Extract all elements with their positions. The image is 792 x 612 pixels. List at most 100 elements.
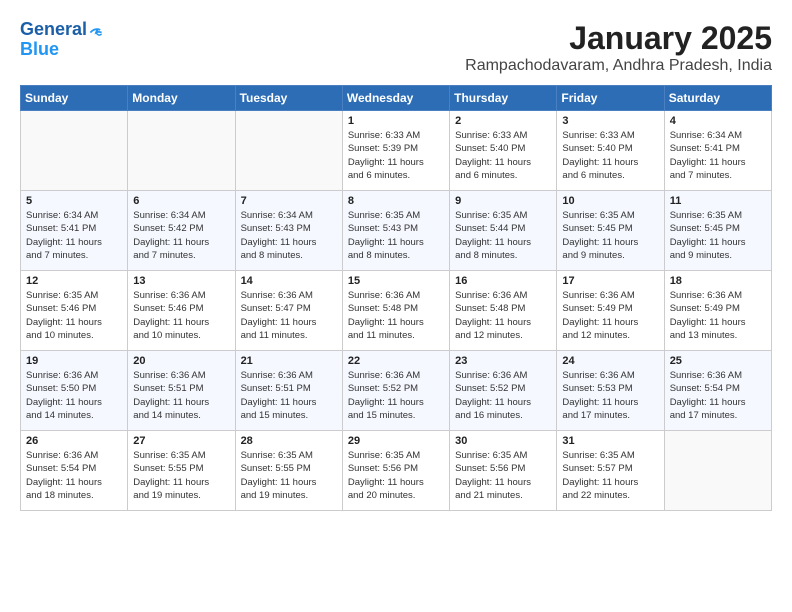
day-number: 24 — [562, 355, 658, 367]
day-info: Sunrise: 6:36 AM Sunset: 5:48 PM Dayligh… — [455, 289, 551, 342]
calendar-cell: 27 Sunrise: 6:35 AM Sunset: 5:55 PM Dayli… — [128, 431, 235, 511]
day-number: 28 — [241, 435, 337, 447]
day-info: Sunrise: 6:36 AM Sunset: 5:52 PM Dayligh… — [348, 369, 444, 422]
day-number: 15 — [348, 275, 444, 287]
day-info: Sunrise: 6:36 AM Sunset: 5:49 PM Dayligh… — [562, 289, 658, 342]
calendar-title: January 2025 — [465, 20, 772, 57]
day-number: 2 — [455, 115, 551, 127]
day-info: Sunrise: 6:35 AM Sunset: 5:44 PM Dayligh… — [455, 209, 551, 262]
calendar-cell: 10 Sunrise: 6:35 AM Sunset: 5:45 PM Dayli… — [557, 191, 664, 271]
calendar-cell: 11Sunrise: 6:35 AM Sunset: 5:45 PM Dayli… — [664, 191, 771, 271]
day-info: Sunrise: 6:33 AM Sunset: 5:39 PM Dayligh… — [348, 129, 444, 182]
calendar-cell: 26Sunrise: 6:36 AM Sunset: 5:54 PM Dayli… — [21, 431, 128, 511]
day-info: Sunrise: 6:35 AM Sunset: 5:45 PM Dayligh… — [670, 209, 766, 262]
calendar-cell: 17 Sunrise: 6:36 AM Sunset: 5:49 PM Dayli… — [557, 271, 664, 351]
day-number: 30 — [455, 435, 551, 447]
day-number: 5 — [26, 195, 122, 207]
calendar-week-row: 12 Sunrise: 6:35 AM Sunset: 5:46 PM Dayli… — [21, 271, 772, 351]
calendar-cell: 9 Sunrise: 6:35 AM Sunset: 5:44 PM Daylig… — [450, 191, 557, 271]
calendar-cell: 12 Sunrise: 6:35 AM Sunset: 5:46 PM Dayli… — [21, 271, 128, 351]
calendar-cell: 31 Sunrise: 6:35 AM Sunset: 5:57 PM Dayli… — [557, 431, 664, 511]
calendar-cell — [235, 111, 342, 191]
calendar-body: 1 Sunrise: 6:33 AM Sunset: 5:39 PM Daylig… — [21, 111, 772, 511]
day-info: Sunrise: 6:35 AM Sunset: 5:55 PM Dayligh… — [241, 449, 337, 502]
day-info: Sunrise: 6:36 AM Sunset: 5:53 PM Dayligh… — [562, 369, 658, 422]
day-number: 27 — [133, 435, 229, 447]
column-header-sunday: Sunday — [21, 86, 128, 111]
calendar-cell: 21Sunrise: 6:36 AM Sunset: 5:51 PM Dayli… — [235, 351, 342, 431]
day-info: Sunrise: 6:35 AM Sunset: 5:56 PM Dayligh… — [455, 449, 551, 502]
calendar-cell: 6Sunrise: 6:34 AM Sunset: 5:42 PM Daylig… — [128, 191, 235, 271]
calendar-cell: 4 Sunrise: 6:34 AM Sunset: 5:41 PM Daylig… — [664, 111, 771, 191]
column-header-saturday: Saturday — [664, 86, 771, 111]
calendar-cell: 20 Sunrise: 6:36 AM Sunset: 5:51 PM Dayli… — [128, 351, 235, 431]
calendar-cell: 22 Sunrise: 6:36 AM Sunset: 5:52 PM Dayli… — [342, 351, 449, 431]
calendar-cell: 25Sunrise: 6:36 AM Sunset: 5:54 PM Dayli… — [664, 351, 771, 431]
day-info: Sunrise: 6:34 AM Sunset: 5:42 PM Dayligh… — [133, 209, 229, 262]
day-info: Sunrise: 6:35 AM Sunset: 5:46 PM Dayligh… — [26, 289, 122, 342]
calendar-cell: 1 Sunrise: 6:33 AM Sunset: 5:39 PM Daylig… — [342, 111, 449, 191]
day-number: 7 — [241, 195, 337, 207]
day-info: Sunrise: 6:35 AM Sunset: 5:55 PM Dayligh… — [133, 449, 229, 502]
calendar-cell: 7 Sunrise: 6:34 AM Sunset: 5:43 PM Daylig… — [235, 191, 342, 271]
calendar-table: SundayMondayTuesdayWednesdayThursdayFrid… — [20, 85, 772, 511]
calendar-week-row: 1 Sunrise: 6:33 AM Sunset: 5:39 PM Daylig… — [21, 111, 772, 191]
logo-text: General Blue — [20, 20, 103, 60]
calendar-cell: 14 Sunrise: 6:36 AM Sunset: 5:47 PM Dayli… — [235, 271, 342, 351]
day-info: Sunrise: 6:34 AM Sunset: 5:41 PM Dayligh… — [26, 209, 122, 262]
calendar-week-row: 26Sunrise: 6:36 AM Sunset: 5:54 PM Dayli… — [21, 431, 772, 511]
day-number: 23 — [455, 355, 551, 367]
day-number: 20 — [133, 355, 229, 367]
day-number: 13 — [133, 275, 229, 287]
day-info: Sunrise: 6:36 AM Sunset: 5:51 PM Dayligh… — [133, 369, 229, 422]
column-header-thursday: Thursday — [450, 86, 557, 111]
column-header-monday: Monday — [128, 86, 235, 111]
day-number: 16 — [455, 275, 551, 287]
day-info: Sunrise: 6:35 AM Sunset: 5:57 PM Dayligh… — [562, 449, 658, 502]
logo: General Blue — [20, 20, 103, 60]
day-number: 29 — [348, 435, 444, 447]
title-section: January 2025 Rampachodavaram, Andhra Pra… — [465, 20, 772, 75]
day-info: Sunrise: 6:35 AM Sunset: 5:56 PM Dayligh… — [348, 449, 444, 502]
day-info: Sunrise: 6:35 AM Sunset: 5:45 PM Dayligh… — [562, 209, 658, 262]
day-info: Sunrise: 6:36 AM Sunset: 5:48 PM Dayligh… — [348, 289, 444, 342]
calendar-week-row: 19 Sunrise: 6:36 AM Sunset: 5:50 PM Dayli… — [21, 351, 772, 431]
day-number: 9 — [455, 195, 551, 207]
calendar-cell: 15 Sunrise: 6:36 AM Sunset: 5:48 PM Dayli… — [342, 271, 449, 351]
calendar-cell: 16 Sunrise: 6:36 AM Sunset: 5:48 PM Dayli… — [450, 271, 557, 351]
day-number: 14 — [241, 275, 337, 287]
day-info: Sunrise: 6:36 AM Sunset: 5:46 PM Dayligh… — [133, 289, 229, 342]
calendar-cell — [21, 111, 128, 191]
calendar-cell: 2 Sunrise: 6:33 AM Sunset: 5:40 PM Daylig… — [450, 111, 557, 191]
day-info: Sunrise: 6:36 AM Sunset: 5:50 PM Dayligh… — [26, 369, 122, 422]
calendar-cell — [128, 111, 235, 191]
day-info: Sunrise: 6:34 AM Sunset: 5:43 PM Dayligh… — [241, 209, 337, 262]
day-number: 17 — [562, 275, 658, 287]
day-number: 18 — [670, 275, 766, 287]
day-info: Sunrise: 6:36 AM Sunset: 5:47 PM Dayligh… — [241, 289, 337, 342]
calendar-cell: 18Sunrise: 6:36 AM Sunset: 5:49 PM Dayli… — [664, 271, 771, 351]
day-info: Sunrise: 6:33 AM Sunset: 5:40 PM Dayligh… — [562, 129, 658, 182]
calendar-cell: 8 Sunrise: 6:35 AM Sunset: 5:43 PM Daylig… — [342, 191, 449, 271]
day-number: 4 — [670, 115, 766, 127]
day-info: Sunrise: 6:36 AM Sunset: 5:51 PM Dayligh… — [241, 369, 337, 422]
day-info: Sunrise: 6:34 AM Sunset: 5:41 PM Dayligh… — [670, 129, 766, 182]
calendar-cell: 24 Sunrise: 6:36 AM Sunset: 5:53 PM Dayli… — [557, 351, 664, 431]
calendar-cell: 3Sunrise: 6:33 AM Sunset: 5:40 PM Daylig… — [557, 111, 664, 191]
day-number: 31 — [562, 435, 658, 447]
day-info: Sunrise: 6:36 AM Sunset: 5:54 PM Dayligh… — [670, 369, 766, 422]
day-number: 8 — [348, 195, 444, 207]
day-number: 22 — [348, 355, 444, 367]
day-info: Sunrise: 6:36 AM Sunset: 5:52 PM Dayligh… — [455, 369, 551, 422]
day-number: 1 — [348, 115, 444, 127]
day-info: Sunrise: 6:36 AM Sunset: 5:54 PM Dayligh… — [26, 449, 122, 502]
day-info: Sunrise: 6:35 AM Sunset: 5:43 PM Dayligh… — [348, 209, 444, 262]
day-number: 12 — [26, 275, 122, 287]
day-info: Sunrise: 6:33 AM Sunset: 5:40 PM Dayligh… — [455, 129, 551, 182]
day-number: 10 — [562, 195, 658, 207]
column-header-tuesday: Tuesday — [235, 86, 342, 111]
calendar-cell: 29 Sunrise: 6:35 AM Sunset: 5:56 PM Dayli… — [342, 431, 449, 511]
calendar-subtitle: Rampachodavaram, Andhra Pradesh, India — [465, 57, 772, 75]
calendar-week-row: 5 Sunrise: 6:34 AM Sunset: 5:41 PM Daylig… — [21, 191, 772, 271]
day-number: 19 — [26, 355, 122, 367]
